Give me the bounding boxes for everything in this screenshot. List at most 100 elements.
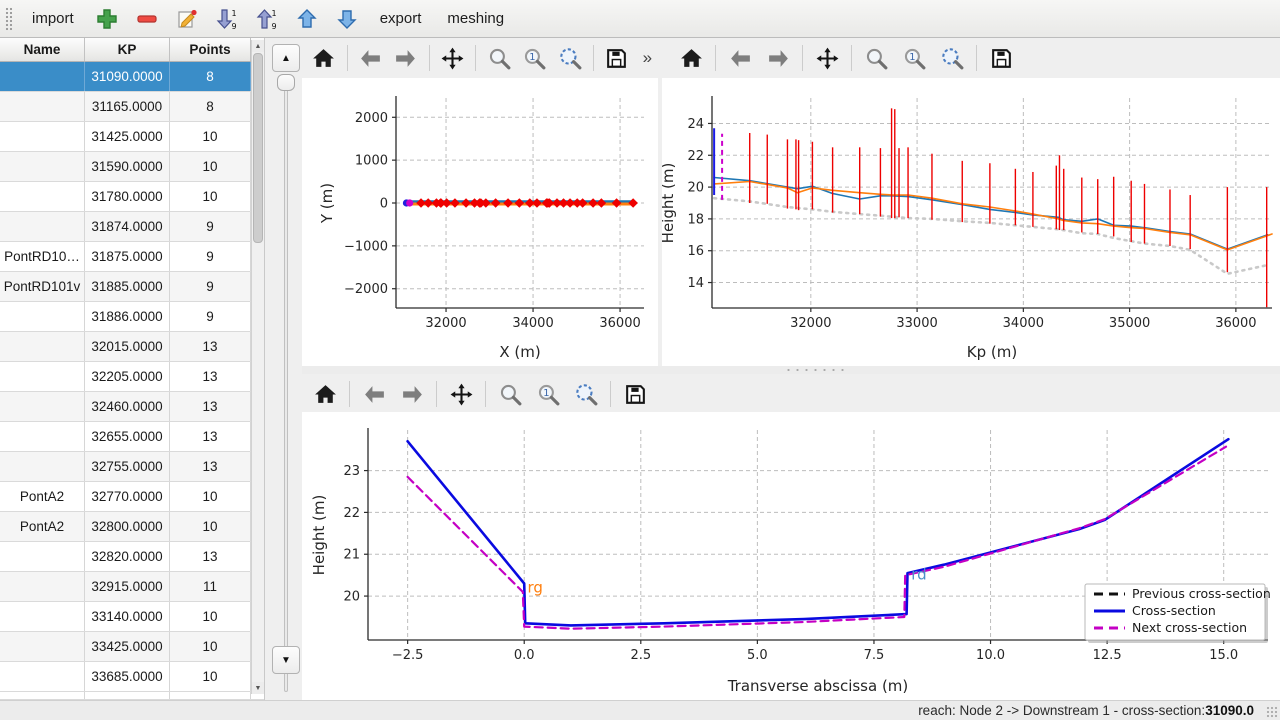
column-header-kp[interactable]: KP [85, 38, 170, 61]
zoom-fit-icon[interactable] [569, 378, 603, 410]
save-icon[interactable] [984, 42, 1018, 74]
cross-sections-table: NameKPPoints 31090.0000831165.0000831425… [0, 38, 265, 700]
save-icon[interactable] [601, 42, 633, 74]
cell-kp: 31165.0000 [85, 92, 170, 121]
back-icon[interactable] [355, 42, 387, 74]
sort-descending-icon[interactable]: 19 [212, 4, 242, 34]
add-icon[interactable] [92, 4, 122, 34]
table-row[interactable]: PontRD101v31885.00009 [0, 272, 264, 302]
table-row[interactable]: 31090.00008 [0, 62, 264, 92]
zoom-one-icon[interactable]: 1 [531, 378, 565, 410]
svg-text:33000: 33000 [896, 316, 937, 331]
cell [0, 692, 85, 699]
svg-text:Previous cross-section: Previous cross-section [1132, 586, 1271, 601]
toolbar-separator [429, 45, 430, 71]
remove-icon[interactable] [132, 4, 162, 34]
zoom-one-icon[interactable]: 1 [519, 42, 551, 74]
toolbar-separator [593, 45, 594, 71]
back-icon[interactable] [723, 42, 757, 74]
pan-icon[interactable] [437, 42, 469, 74]
toolbar-grip[interactable] [5, 7, 12, 31]
svg-text:−2.5: −2.5 [392, 648, 424, 663]
resize-grip[interactable] [1266, 706, 1278, 718]
cell-points: 10 [170, 602, 251, 631]
plan-view-canvas[interactable]: 320003400036000−2000−1000010002000X (m)Y… [302, 78, 658, 366]
cell-name: PontA2 [0, 482, 85, 511]
cell-points: 13 [170, 542, 251, 571]
svg-text:Height (m): Height (m) [662, 163, 677, 244]
column-header-points[interactable]: Points [170, 38, 251, 61]
zoom-one-icon[interactable]: 1 [897, 42, 931, 74]
table-row[interactable]: 32915.000011 [0, 572, 264, 602]
edit-icon[interactable] [172, 4, 202, 34]
cross-section-canvas[interactable]: rgrd−2.50.02.55.07.510.012.515.020212223… [302, 412, 1280, 700]
table-row[interactable]: PontA232770.000010 [0, 482, 264, 512]
import-button[interactable]: import [24, 6, 82, 31]
scroll-up-icon[interactable]: ▲ [252, 40, 264, 52]
zoom-icon[interactable] [483, 42, 515, 74]
save-icon[interactable] [618, 378, 652, 410]
table-row[interactable]: 31886.00009 [0, 302, 264, 332]
longitudinal-profile-canvas[interactable]: 3200033000340003500036000141618202224Kp … [662, 78, 1280, 366]
table-row[interactable]: 32655.000013 [0, 422, 264, 452]
cell-kp: 32655.0000 [85, 422, 170, 451]
table-row[interactable]: PontA232800.000010 [0, 512, 264, 542]
svg-text:0: 0 [380, 197, 388, 212]
zoom-icon[interactable] [493, 378, 527, 410]
table-row[interactable]: 31425.000010 [0, 122, 264, 152]
svg-text:1: 1 [529, 51, 535, 62]
table-row[interactable]: 32755.000013 [0, 452, 264, 482]
forward-icon[interactable] [761, 42, 795, 74]
cross-section-toolbar: 1 [302, 374, 1280, 414]
toolbar-overflow-button[interactable]: » [637, 48, 658, 68]
column-header-name[interactable]: Name [0, 38, 85, 61]
zoom-fit-icon[interactable] [935, 42, 969, 74]
table-row[interactable]: 31780.000010 [0, 182, 264, 212]
table-row[interactable]: 33140.000010 [0, 602, 264, 632]
sort-ascending-icon[interactable]: 19 [252, 4, 282, 34]
table-row[interactable]: 32205.000013 [0, 362, 264, 392]
svg-text:Y (m): Y (m) [318, 183, 336, 224]
forward-icon[interactable] [390, 42, 422, 74]
pan-icon[interactable] [810, 42, 844, 74]
slider-track[interactable] [284, 74, 288, 692]
cell-points: 8 [170, 62, 251, 91]
move-down-icon[interactable] [332, 4, 362, 34]
table-row[interactable]: 33685.000010 [0, 662, 264, 692]
cell-points: 13 [170, 392, 251, 421]
forward-icon[interactable] [395, 378, 429, 410]
meshing-button[interactable]: meshing [439, 6, 512, 31]
svg-text:12.5: 12.5 [1093, 648, 1122, 663]
slider-handle[interactable] [277, 74, 295, 91]
home-icon[interactable] [308, 42, 340, 74]
home-icon[interactable] [308, 378, 342, 410]
cell-kp: 32800.0000 [85, 512, 170, 541]
svg-text:Height (m): Height (m) [310, 495, 328, 576]
table-row[interactable]: 32460.000013 [0, 392, 264, 422]
back-icon[interactable] [357, 378, 391, 410]
table-row[interactable]: 33425.000010 [0, 632, 264, 662]
table-row[interactable]: 32820.000013 [0, 542, 264, 572]
svg-text:X (m): X (m) [499, 343, 540, 361]
svg-text:9: 9 [231, 22, 236, 31]
zoom-icon[interactable] [859, 42, 893, 74]
table-row[interactable]: 31874.00009 [0, 212, 264, 242]
svg-text:Transverse abscissa (m): Transverse abscissa (m) [727, 677, 909, 695]
scrollbar-thumb[interactable] [253, 53, 263, 243]
table-row[interactable]: 31165.00008 [0, 92, 264, 122]
svg-text:20: 20 [343, 590, 360, 605]
pan-icon[interactable] [444, 378, 478, 410]
zoom-fit-icon[interactable] [554, 42, 586, 74]
home-icon[interactable] [674, 42, 708, 74]
slider-down-button[interactable]: ▼ [272, 646, 300, 674]
table-scrollbar[interactable]: ▲ ▼ [251, 40, 264, 694]
toolbar-separator [347, 45, 348, 71]
move-up-icon[interactable] [292, 4, 322, 34]
slider-up-button[interactable]: ▲ [272, 44, 300, 72]
table-row[interactable]: 32015.000013 [0, 332, 264, 362]
table-row[interactable]: PontRD10…31875.00009 [0, 242, 264, 272]
export-button[interactable]: export [372, 6, 430, 31]
horizontal-splitter[interactable] [302, 366, 1280, 374]
table-row[interactable]: 31590.000010 [0, 152, 264, 182]
scroll-down-icon[interactable]: ▼ [252, 682, 264, 694]
